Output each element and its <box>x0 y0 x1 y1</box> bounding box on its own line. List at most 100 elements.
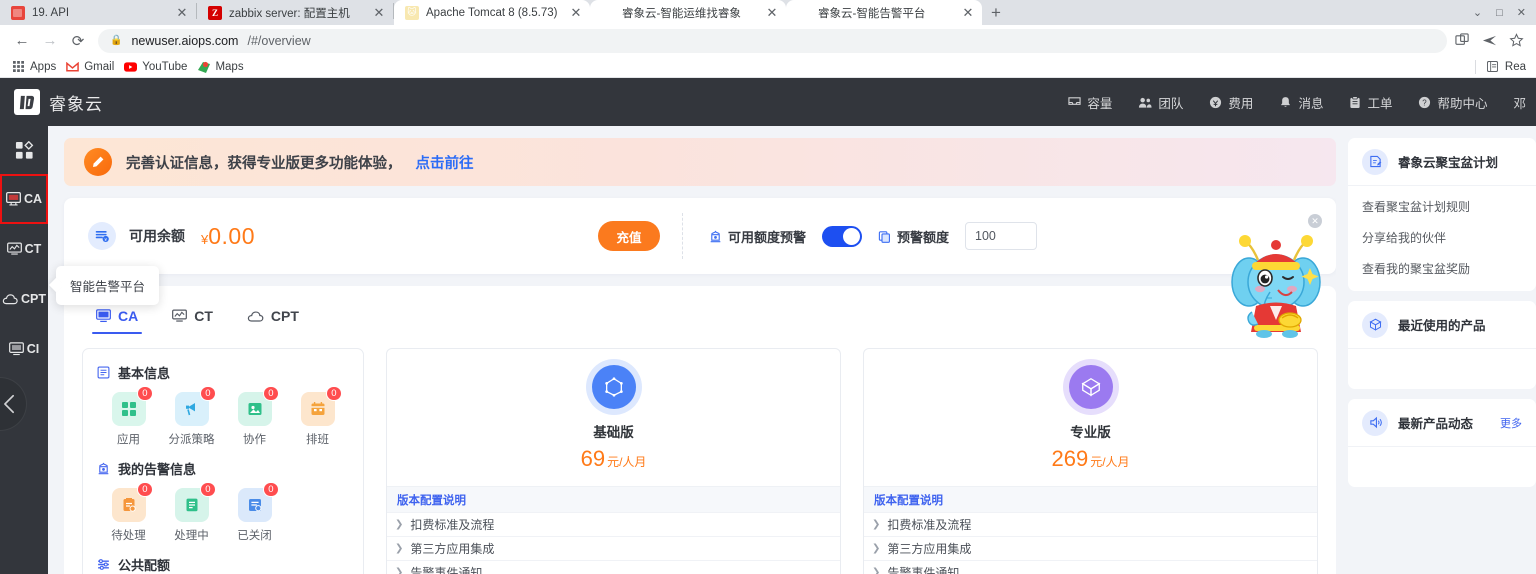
lock-icon: 🔒 <box>110 35 123 46</box>
sidebar-tooltip: 智能告警平台 <box>56 266 160 305</box>
plan-header: 专业版 269 元/人月 <box>864 349 1317 486</box>
sidebar-item-label: CI <box>26 342 40 356</box>
rs-link[interactable]: 查看聚宝盆计划规则 <box>1362 198 1522 215</box>
gmail-icon <box>66 60 80 73</box>
quota-alert-section: 可用额度预警 预警额度 100 <box>683 222 1038 250</box>
plan-row[interactable]: ❯ 告警事件通知 <box>864 560 1317 574</box>
edit-pencil-icon <box>84 148 112 176</box>
topnav-item-billing[interactable]: 费用 <box>1209 93 1253 112</box>
quota-input[interactable]: 100 <box>965 222 1038 250</box>
back-button[interactable]: ← <box>8 27 36 55</box>
plan-row[interactable]: ❯ 第三方应用集成 <box>387 536 840 560</box>
topnav-item-messages[interactable]: 消息 <box>1279 93 1323 112</box>
sidebar-item-ci[interactable]: CI <box>0 324 48 374</box>
browser-tab[interactable]: Z zabbix server: 配置主机 ✕ <box>197 0 393 25</box>
stat-badge: 0 <box>137 386 153 401</box>
reload-button[interactable]: ⟳ <box>64 27 92 55</box>
tab-title: 睿象云-智能运维找睿象 <box>622 7 741 20</box>
rs-card-body <box>1348 349 1536 389</box>
tab-cpt[interactable]: CPT <box>247 300 299 332</box>
sidebar-item-cpt[interactable]: CPT <box>0 274 48 324</box>
close-icon[interactable]: ✕ <box>1308 214 1322 228</box>
stat-closed[interactable]: 0 已关闭 <box>223 482 286 543</box>
tomcat-icon: 🐱 <box>405 5 419 20</box>
sidebar-item-apps[interactable] <box>0 126 48 174</box>
close-icon[interactable]: ✕ <box>960 5 976 21</box>
stat-badge: 0 <box>137 482 153 497</box>
forward-button[interactable]: → <box>36 27 64 55</box>
plan-row[interactable]: ❯ 第三方应用集成 <box>864 536 1317 560</box>
app-logo[interactable]: 睿象云 <box>14 89 103 115</box>
bookmark-maps[interactable]: Maps <box>195 57 251 77</box>
tab-ct[interactable]: CT <box>172 300 213 332</box>
apps-grid-icon <box>12 60 25 73</box>
recharge-button[interactable]: 充值 <box>598 221 660 251</box>
plan-price-unit: 元/人月 <box>1090 455 1130 469</box>
plan-row-label: 第三方应用集成 <box>410 542 495 556</box>
stat-collaboration[interactable]: 0 协作 <box>223 386 286 447</box>
browser-tab[interactable]: ⫽ 睿象云-智能运维找睿象 ✕ <box>590 0 786 25</box>
rs-link[interactable]: 分享给我的伙伴 <box>1362 229 1522 246</box>
youtube-icon <box>124 60 138 73</box>
elephant-mascot[interactable]: ✕ <box>1230 214 1322 338</box>
address-bar[interactable]: 🔒 newuser.aiops.com /#/overview <box>98 28 1447 53</box>
plan-row[interactable]: ❯ 扣费标准及流程 <box>864 512 1317 536</box>
topnav-item-user[interactable]: 邓 <box>1513 93 1526 112</box>
monitor-ca-icon <box>96 309 111 323</box>
banner-link[interactable]: 点击前往 <box>416 152 474 173</box>
minimize-icon[interactable]: ⌄ <box>1473 6 1482 19</box>
stat-app[interactable]: 0 应用 <box>97 386 160 447</box>
close-icon[interactable]: ✕ <box>371 5 387 21</box>
stat-processing[interactable]: 0 处理中 <box>160 482 223 543</box>
sidebar-collapse-button[interactable] <box>0 378 26 430</box>
topnav-item-tickets[interactable]: 工单 <box>1349 93 1392 112</box>
team-icon <box>1138 96 1152 109</box>
plan-price-value: 269 <box>1051 446 1089 471</box>
sidebar-item-ca[interactable]: CA <box>0 174 48 224</box>
new-tab-button[interactable]: + <box>982 0 1010 25</box>
topnav-item-capacity[interactable]: 容量 <box>1068 93 1112 112</box>
topnav-label: 费用 <box>1228 96 1254 111</box>
maximize-icon[interactable]: □ <box>1496 7 1503 19</box>
plan-row[interactable]: ❯ 扣费标准及流程 <box>387 512 840 536</box>
close-icon[interactable]: ✕ <box>568 5 584 21</box>
browser-tab[interactable]: 19. API ✕ <box>0 0 196 25</box>
bookmark-star-icon[interactable] <box>1509 33 1524 48</box>
rs-link[interactable]: 查看我的聚宝盆奖励 <box>1362 260 1522 277</box>
topnav-label: 帮助中心 <box>1437 96 1488 111</box>
stat-dispatch-policy[interactable]: 0 分派策略 <box>160 386 223 447</box>
rs-more-link[interactable]: 更多 <box>1500 415 1522 431</box>
page-root: 睿象云 容量 团队 费用 消息 工单 ? 帮助中心 邓 CA CT CPT CI… <box>0 78 1536 574</box>
plan-row[interactable]: ❯ 告警事件通知 <box>387 560 840 574</box>
rs-card-header: 最近使用的产品 <box>1348 301 1536 349</box>
reading-list[interactable]: Rea <box>1474 59 1526 74</box>
topnav-item-team[interactable]: 团队 <box>1138 93 1183 112</box>
stat-schedule[interactable]: 0 排班 <box>286 386 349 447</box>
balance-value: 0.00 <box>208 222 255 249</box>
currency-symbol: ¥ <box>201 231 209 247</box>
plan-row-label: 告警事件通知 <box>410 566 483 574</box>
stat-pending[interactable]: 0 待处理 <box>97 482 160 543</box>
topnav-item-help[interactable]: ? 帮助中心 <box>1418 93 1487 112</box>
close-icon[interactable]: ✕ <box>174 5 190 21</box>
tab-title: 睿象云-智能告警平台 <box>818 7 926 20</box>
verification-banner: 完善认证信息，获得专业版更多功能体验， 点击前往 <box>64 138 1336 186</box>
sidebar-item-ct[interactable]: CT <box>0 224 48 274</box>
extensions-icon[interactable] <box>1455 33 1470 48</box>
quota-alert-toggle[interactable] <box>822 225 863 247</box>
svg-text:?: ? <box>1423 98 1428 107</box>
bookmark-youtube[interactable]: YouTube <box>122 57 195 77</box>
bookmark-gmail[interactable]: Gmail <box>64 57 122 77</box>
balance-card: ¥ 可用余额 ¥ 0.00 充值 可用额度预警 预警额度 100 <box>64 198 1336 274</box>
section-title: 基本信息 <box>118 366 171 381</box>
browser-tab[interactable]: 🐱 Apache Tomcat 8 (8.5.73) ✕ <box>394 0 590 25</box>
rs-card-recent-products: 最近使用的产品 <box>1348 301 1536 389</box>
send-icon[interactable] <box>1482 33 1497 48</box>
speaker-icon <box>1362 409 1388 436</box>
rs-card-header: 睿象云聚宝盆计划 <box>1348 138 1536 186</box>
chevron-right-icon: ❯ <box>872 519 881 530</box>
bookmark-apps[interactable]: Apps <box>10 57 64 77</box>
browser-tab[interactable]: ⫽ 睿象云-智能告警平台 ✕ <box>786 0 982 25</box>
window-close-icon[interactable]: ✕ <box>1517 6 1526 19</box>
close-icon[interactable]: ✕ <box>764 5 780 21</box>
